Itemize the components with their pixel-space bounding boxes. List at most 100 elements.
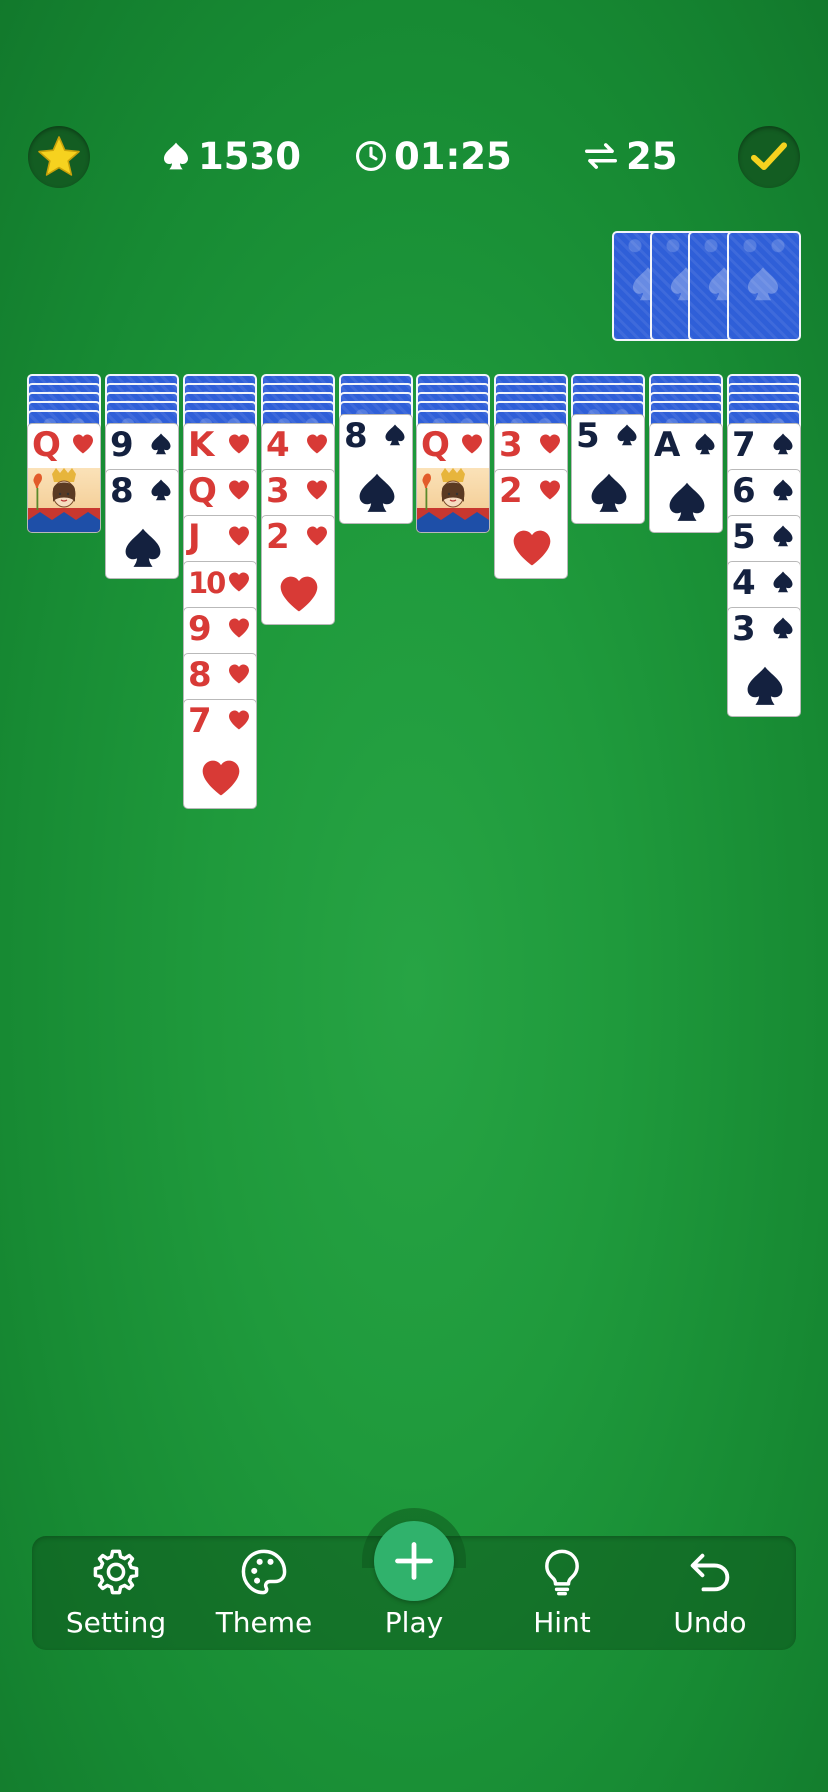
theme-button[interactable]: Theme: [194, 1546, 334, 1646]
undo-button[interactable]: Undo: [640, 1546, 780, 1646]
spade-icon: [125, 528, 161, 567]
card-rank: 4: [732, 563, 756, 603]
tableau-column: Q: [27, 374, 101, 834]
heart-icon: [307, 480, 327, 500]
spade-icon: [773, 479, 793, 501]
hint-button[interactable]: Hint: [492, 1546, 632, 1646]
spade-icon: [747, 666, 783, 705]
card-rank: 3: [732, 609, 756, 649]
playing-card[interactable]: 5: [571, 414, 645, 524]
star-button[interactable]: [28, 126, 90, 188]
card-rank: Q: [188, 471, 217, 511]
playing-card[interactable]: A: [649, 423, 723, 533]
complete-button[interactable]: [738, 126, 800, 188]
tableau-column: 98: [105, 374, 179, 834]
spade-icon: [151, 433, 171, 455]
heart-icon: [462, 434, 482, 454]
heart-icon: [540, 480, 560, 500]
card-rank: 5: [576, 416, 600, 456]
spade-icon: [164, 142, 188, 170]
gear-icon: [93, 1549, 139, 1595]
tableau-column: Q: [416, 374, 490, 834]
card-rank: Q: [32, 425, 61, 465]
card-rank: J: [188, 517, 201, 557]
heart-icon: [73, 434, 93, 454]
undo-arrow-icon: [690, 1553, 730, 1592]
setting-label: Setting: [65, 1606, 167, 1639]
queen-portrait: [417, 468, 489, 532]
stock-card-back[interactable]: [727, 231, 801, 341]
heart-icon: [229, 434, 249, 454]
card-rank: 5: [732, 517, 756, 557]
heart-icon: [229, 526, 249, 546]
heart-icon: [229, 480, 249, 500]
undo-label: Undo: [673, 1606, 747, 1639]
card-rank: 4: [266, 425, 290, 465]
score-display: 1530: [160, 132, 301, 180]
spade-icon: [151, 479, 171, 501]
spade-icon: [695, 433, 715, 455]
score-value: 1530: [198, 134, 301, 178]
tableau-column: 4 3 2: [261, 374, 335, 834]
card-rank: 3: [266, 471, 290, 511]
card-back-spade-icon: [747, 267, 779, 301]
moves-value: 25: [626, 134, 678, 178]
card-rank: 2: [499, 471, 523, 511]
spade-icon: [773, 433, 793, 455]
playing-card[interactable]: 2: [494, 469, 568, 579]
card-rank: 7: [732, 425, 756, 465]
setting-button[interactable]: Setting: [46, 1546, 186, 1646]
card-rank: 7: [188, 701, 212, 741]
playing-card[interactable]: Q: [27, 423, 101, 533]
card-rank: K: [188, 425, 214, 465]
spade-icon: [591, 473, 627, 512]
check-icon: [751, 142, 787, 170]
tableau-column: 32: [494, 374, 568, 834]
spade-icon: [385, 424, 405, 446]
spade-icon: [669, 482, 705, 521]
card-rank: 9: [188, 609, 212, 649]
tableau-column: 5: [571, 374, 645, 834]
playing-card[interactable]: 8: [339, 414, 413, 524]
heart-icon: [229, 710, 249, 730]
moves-display: 25: [582, 132, 678, 180]
heart-icon: [513, 530, 551, 566]
spade-icon: [773, 617, 793, 639]
clock-icon: [355, 140, 387, 172]
heart-icon: [307, 526, 327, 546]
heart-icon: [202, 760, 240, 796]
tableau-column: 7 6 5 4 3: [727, 374, 801, 834]
star-icon: [38, 136, 80, 176]
playing-card[interactable]: Q: [416, 423, 490, 533]
heart-icon: [540, 434, 560, 454]
card-rank: A: [654, 425, 680, 465]
timer-display: 01:25: [354, 132, 512, 180]
queen-portrait: [28, 468, 100, 532]
theme-label: Theme: [215, 1606, 313, 1639]
palette-icon: [241, 1549, 287, 1595]
card-rank: 8: [344, 416, 368, 456]
lightbulb-icon: [545, 1549, 579, 1596]
card-rank: 9: [110, 425, 134, 465]
card-rank: 8: [188, 655, 212, 695]
card-rank: Q: [421, 425, 450, 465]
playing-card[interactable]: 7: [183, 699, 257, 809]
hint-label: Hint: [533, 1606, 591, 1639]
card-rank: 2: [266, 517, 290, 557]
heart-icon: [229, 572, 249, 592]
playing-card[interactable]: 3: [727, 607, 801, 717]
top-bar: 1530 01:25 25: [0, 0, 828, 200]
spade-icon: [617, 424, 637, 446]
playing-card[interactable]: 2: [261, 515, 335, 625]
playing-card[interactable]: 8: [105, 469, 179, 579]
tableau-column: 8: [339, 374, 413, 834]
spade-icon: [359, 473, 395, 512]
swap-arrows-icon: [585, 143, 617, 169]
card-rank: 10: [188, 566, 226, 600]
play-label: Play: [384, 1606, 444, 1639]
spade-icon: [773, 571, 793, 593]
spade-icon: [773, 525, 793, 547]
play-button[interactable]: [374, 1521, 454, 1601]
heart-icon: [307, 434, 327, 454]
tableau-column: A: [649, 374, 723, 834]
